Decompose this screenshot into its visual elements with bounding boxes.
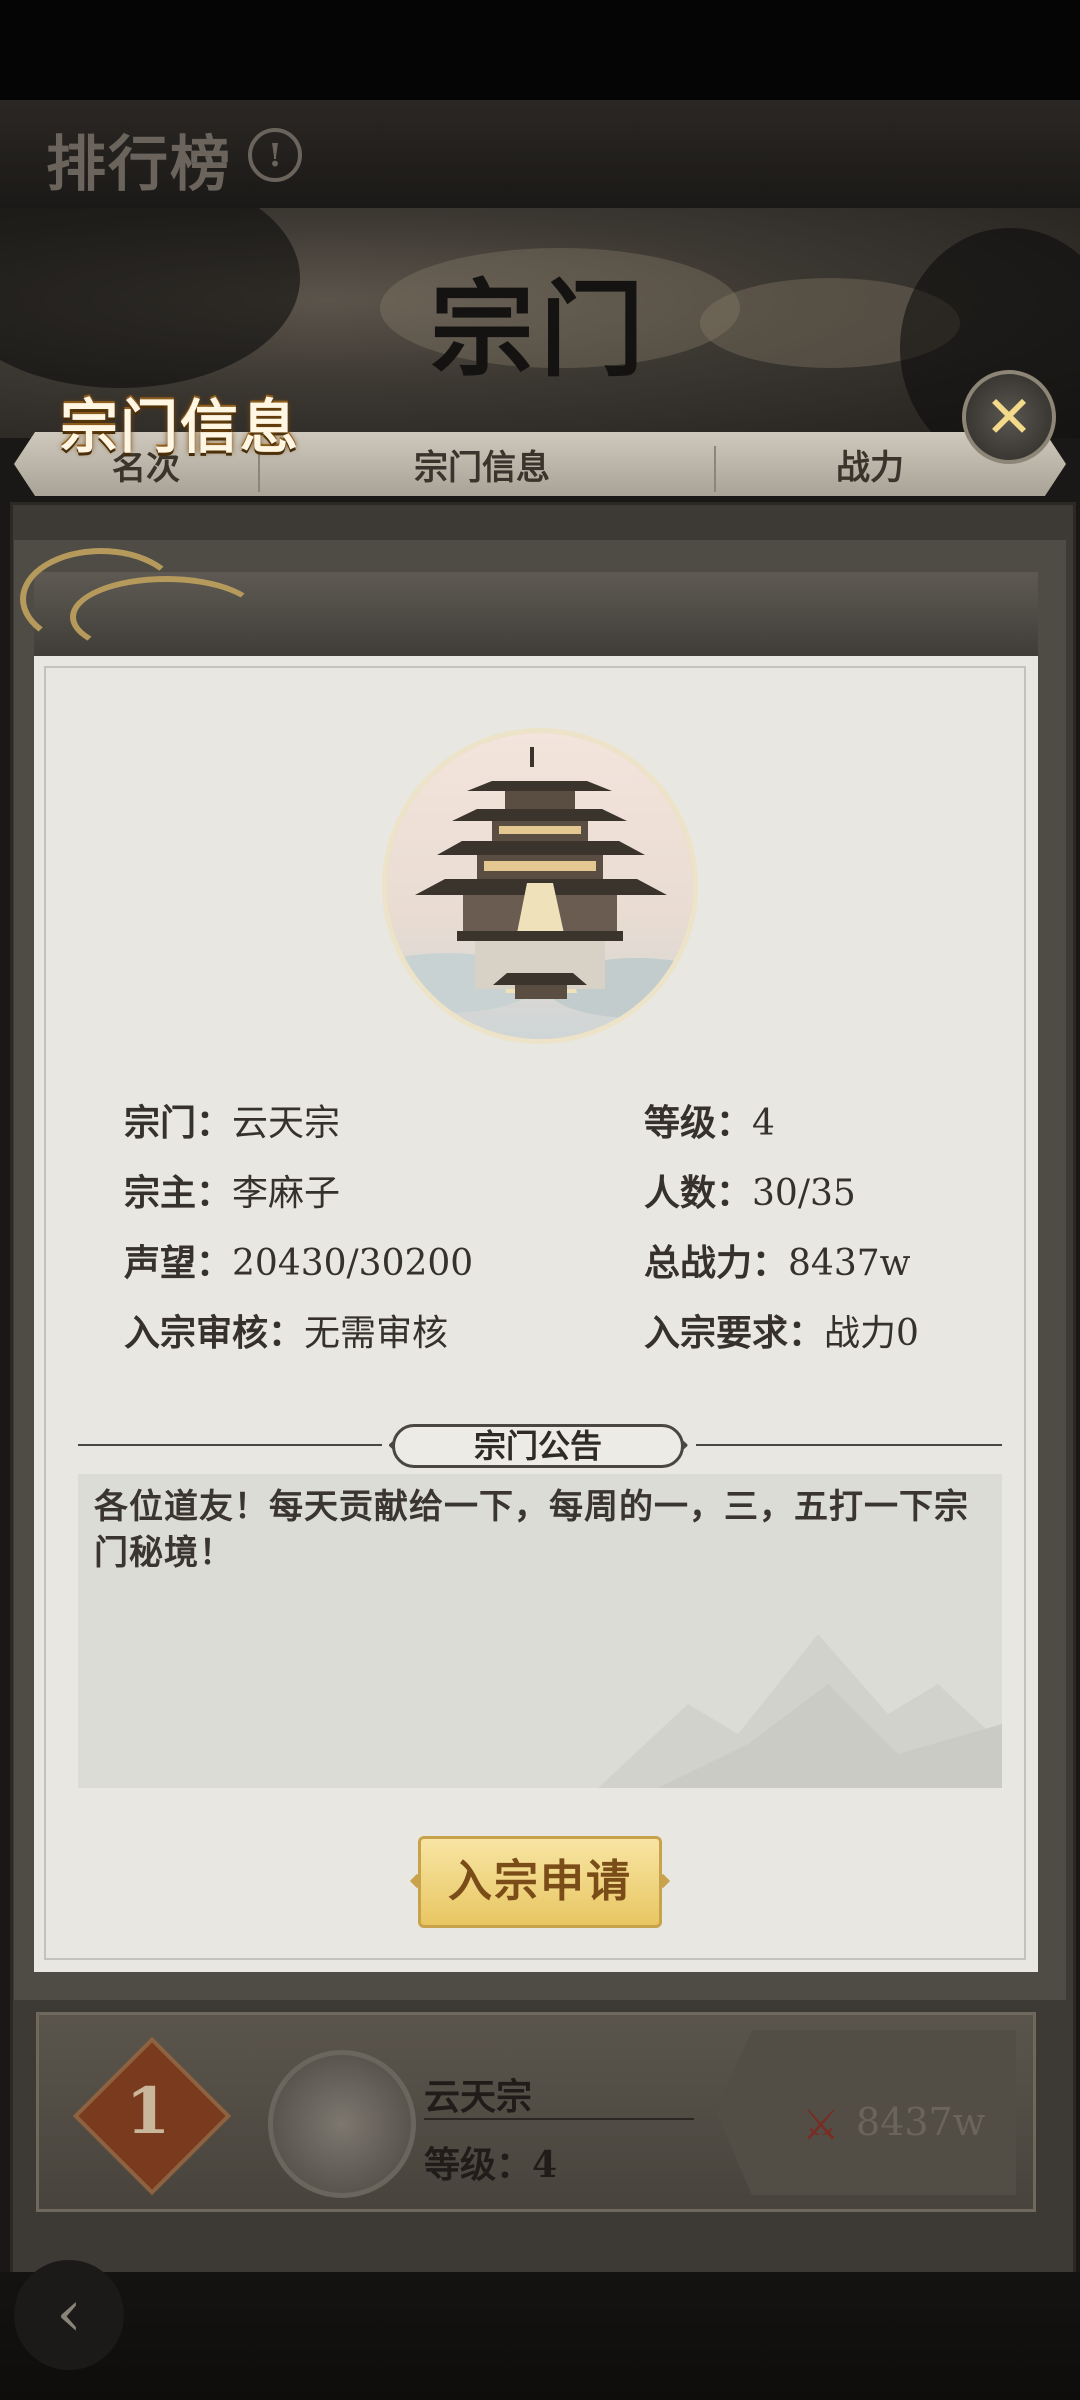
divider (424, 2118, 694, 2120)
info-prestige-value: 20430/30200 (232, 1243, 474, 1284)
info-requirement-value: 战力0 (824, 1313, 919, 1354)
column-divider (714, 446, 716, 492)
notice-title-frame: 宗门公告 (392, 1424, 684, 1468)
info-level-label: 等级： (644, 1102, 753, 1144)
info-review: 入宗审核：无需审核 (124, 1304, 448, 1356)
apply-join-label: 入宗申请 (448, 1856, 632, 1907)
info-requirement: 入宗要求：战力0 (644, 1304, 919, 1356)
info-sect: 宗门：云天宗 (124, 1094, 340, 1146)
info-requirement-label: 入宗要求： (644, 1312, 825, 1354)
sect-emblem (382, 728, 698, 1044)
close-icon: ✕ (984, 383, 1034, 451)
info-members-label: 人数： (644, 1172, 753, 1214)
row-sect-name: 云天宗 (424, 2076, 533, 2118)
info-sect-value: 云天宗 (232, 1103, 341, 1144)
info-total-power: 总战力：8437w (644, 1234, 910, 1286)
notice-text: 各位道友！每天贡献给一下，每周的一，三，五打一下宗门秘境！ (94, 1487, 969, 1573)
bottom-bar (0, 2272, 1080, 2400)
apply-join-button[interactable]: 入宗申请 (418, 1836, 662, 1928)
row-power: 8437w (856, 2100, 986, 2144)
close-button[interactable]: ✕ (962, 370, 1056, 464)
column-header-power: 战力 (836, 448, 904, 488)
divider (696, 1444, 1002, 1446)
page-title: 排行榜 (46, 130, 232, 200)
info-sect-label: 宗门： (124, 1102, 233, 1144)
info-total-power-label: 总战力： (644, 1242, 789, 1284)
info-review-label: 入宗审核： (124, 1312, 305, 1354)
info-members: 人数：30/35 (644, 1164, 856, 1216)
info-level-value: 4 (752, 1103, 775, 1144)
pagoda-icon (387, 733, 693, 1039)
row-sect-level: 等级：4 (424, 2144, 558, 2186)
sect-avatar (268, 2050, 416, 2198)
back-button[interactable]: ‹ (14, 2260, 124, 2370)
rank-number: 1 (125, 2074, 171, 2149)
tab-title: 宗门 (429, 268, 650, 391)
info-total-power-value: 8437w (788, 1243, 911, 1284)
info-prestige-label: 声望： (124, 1242, 233, 1284)
info-members-value: 30/35 (752, 1173, 856, 1214)
column-header-info: 宗门信息 (414, 448, 550, 488)
info-prestige: 声望：20430/30200 (124, 1234, 473, 1286)
info-level: 等级：4 (644, 1094, 775, 1146)
sword-icon: ⚔ (802, 2100, 840, 2149)
status-bar (0, 0, 1080, 100)
mountain-watermark-icon (598, 1634, 1002, 1788)
info-leader-label: 宗主： (124, 1172, 233, 1214)
divider (78, 1444, 382, 1446)
modal-title: 宗门信息 (60, 393, 301, 461)
info-icon[interactable]: ! (248, 128, 302, 182)
gold-cloud-ornament-icon (70, 576, 262, 658)
info-review-value: 无需审核 (304, 1313, 449, 1354)
info-leader-value: 李麻子 (232, 1173, 341, 1214)
info-leader: 宗主：李麻子 (124, 1164, 340, 1216)
notice-title: 宗门公告 (473, 1427, 602, 1465)
